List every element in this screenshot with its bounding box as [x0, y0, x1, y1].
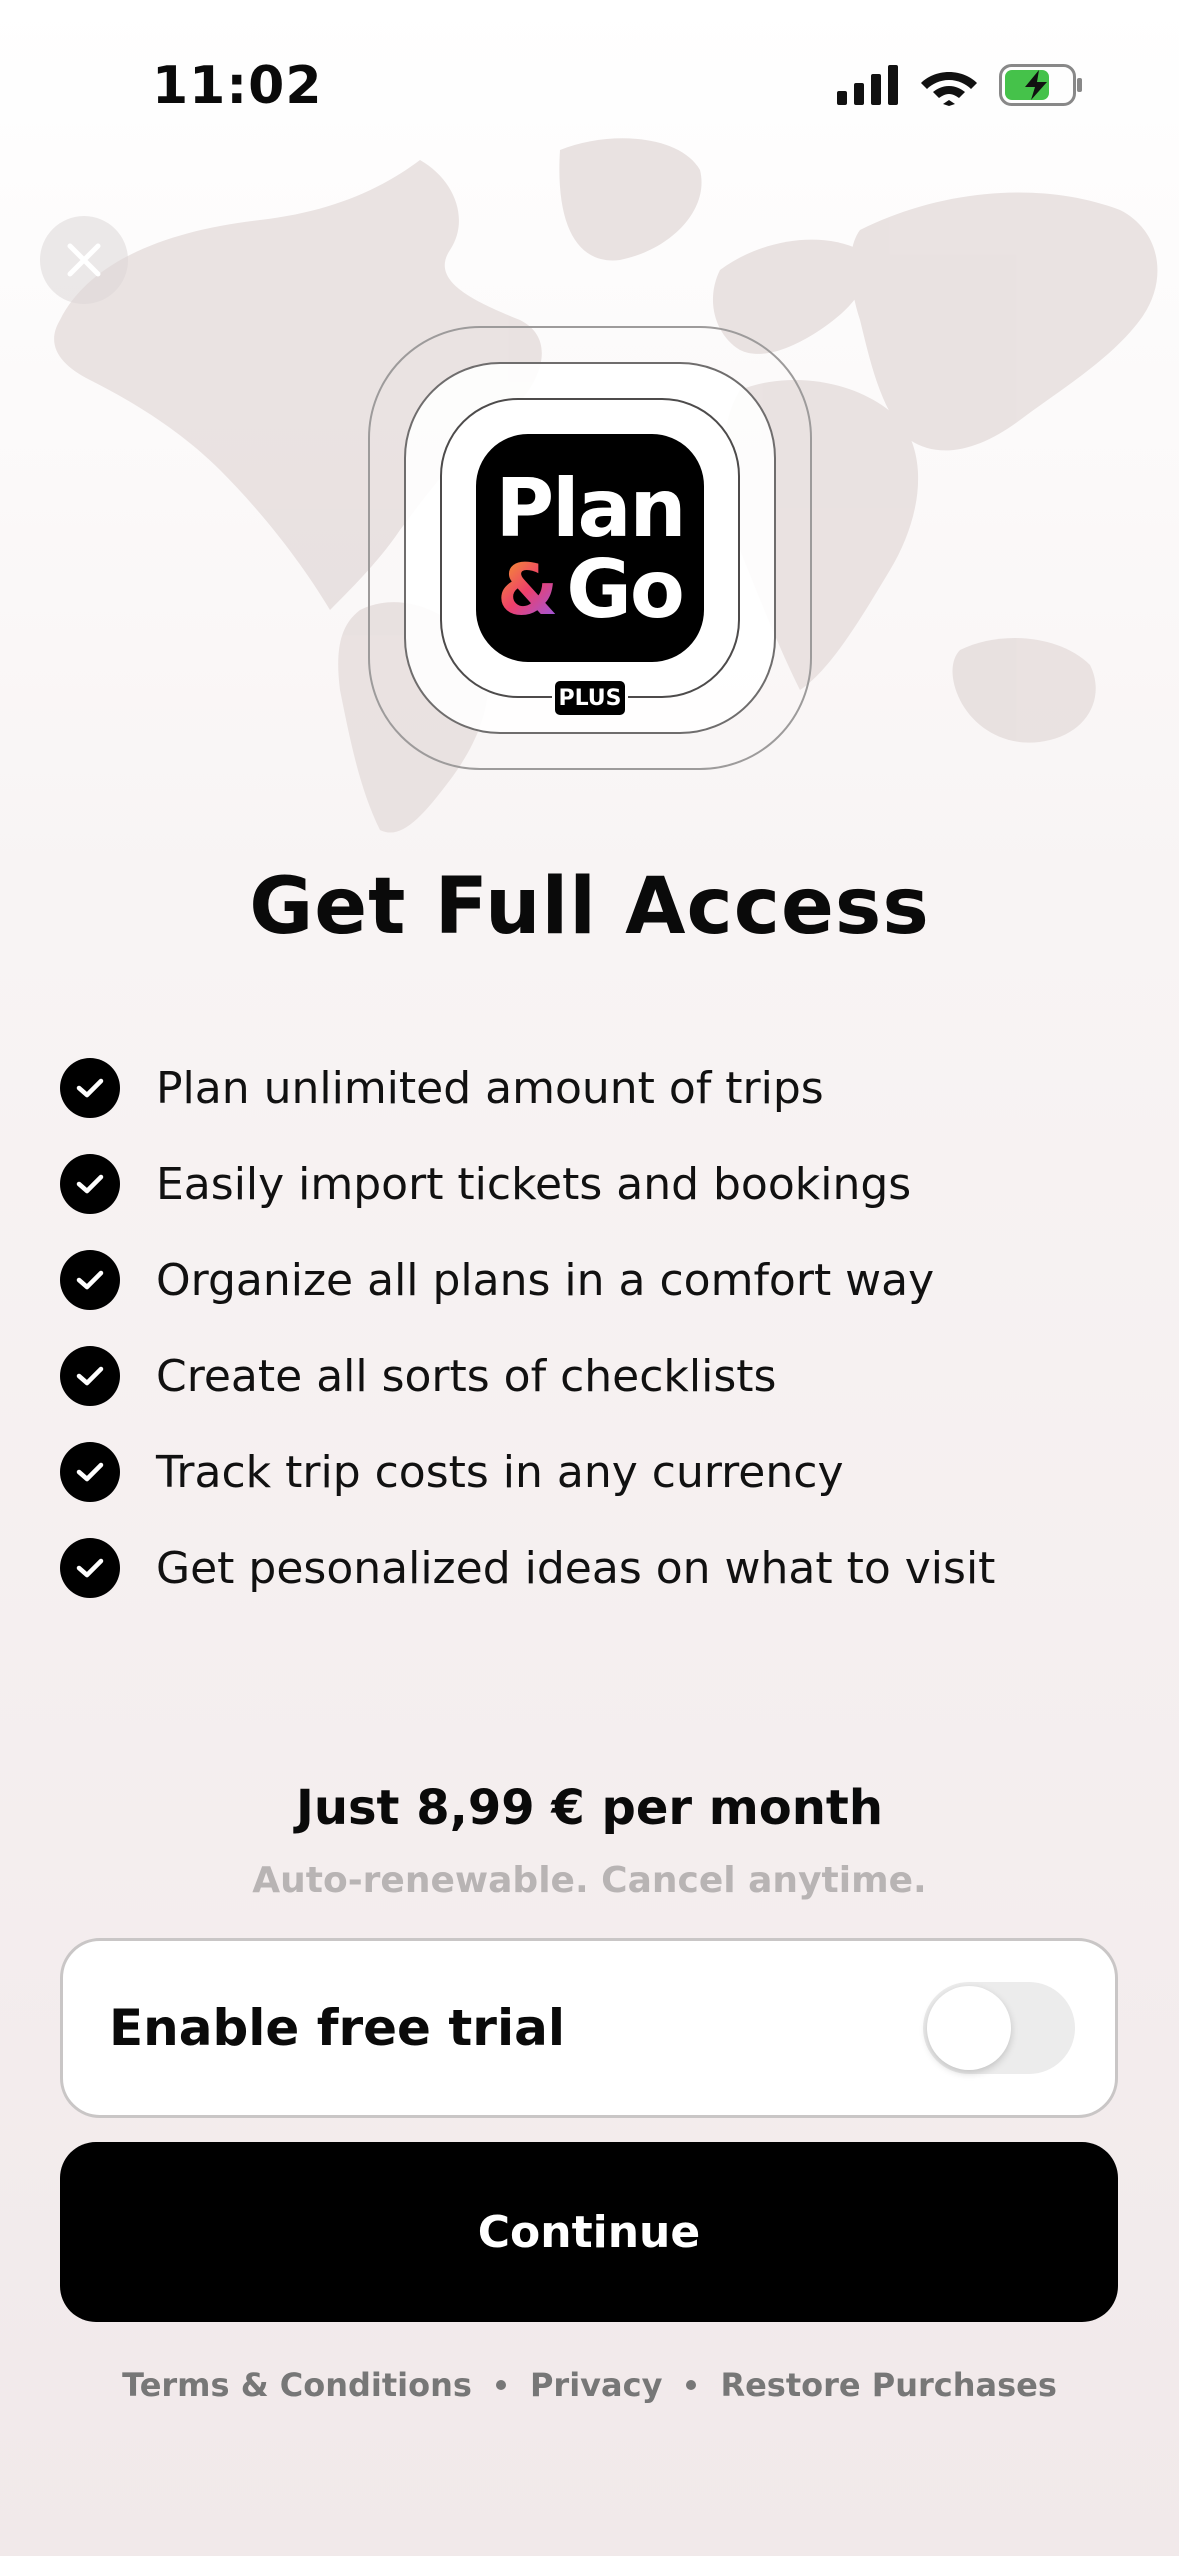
terms-link[interactable]: Terms & Conditions — [122, 2366, 472, 2404]
wifi-icon — [921, 72, 977, 106]
continue-button[interactable]: Continue — [60, 2142, 1118, 2322]
logo-line2: & Go — [497, 543, 685, 636]
page-title: Get Full Access — [249, 862, 930, 952]
toggle-knob — [927, 1986, 1011, 2070]
separator-dot — [686, 2380, 697, 2390]
restore-purchases-link[interactable]: Restore Purchases — [720, 2366, 1056, 2404]
checkmark-icon — [60, 1058, 120, 1118]
close-icon — [67, 243, 101, 277]
cellular-signal-icon — [837, 65, 898, 105]
free-trial-label: Enable free trial — [109, 1999, 565, 2057]
feature-item: Easily import tickets and bookings — [60, 1136, 995, 1232]
status-bar: 11:02 — [0, 0, 1179, 176]
feature-text: Create all sorts of checklists — [156, 1350, 777, 1402]
price-text: Just 8,99 € per month — [295, 1780, 884, 1836]
feature-text: Organize all plans in a comfort way — [156, 1254, 935, 1306]
feature-item: Get pesonalized ideas on what to visit — [60, 1520, 995, 1616]
logo-text-go: Go — [566, 543, 685, 636]
feature-item: Organize all plans in a comfort way — [60, 1232, 995, 1328]
app-logo: Plan & Go PLUS — [368, 326, 812, 770]
free-trial-toggle[interactable] — [923, 1982, 1075, 2074]
feature-item: Plan unlimited amount of trips — [60, 1040, 995, 1136]
close-button[interactable] — [40, 216, 128, 304]
free-trial-row[interactable]: Enable free trial — [60, 1938, 1118, 2118]
footer-links: Terms & Conditions Privacy Restore Purch… — [0, 2366, 1179, 2404]
feature-text: Track trip costs in any currency — [156, 1446, 844, 1498]
feature-text: Plan unlimited amount of trips — [156, 1062, 824, 1114]
checkmark-icon — [60, 1250, 120, 1310]
status-icons — [837, 64, 1083, 106]
feature-text: Get pesonalized ideas on what to visit — [156, 1542, 996, 1594]
feature-list: Plan unlimited amount of trips Easily im… — [60, 1040, 995, 1616]
status-time: 11:02 — [152, 56, 323, 116]
logo-tile: Plan & Go — [476, 434, 704, 662]
price-subtitle: Auto-renewable. Cancel anytime. — [252, 1860, 927, 1901]
logo-text-plan: Plan — [495, 462, 687, 555]
feature-item: Track trip costs in any currency — [60, 1424, 995, 1520]
plus-badge: PLUS — [552, 678, 628, 718]
feature-text: Easily import tickets and bookings — [156, 1158, 912, 1210]
checkmark-icon — [60, 1154, 120, 1214]
privacy-link[interactable]: Privacy — [530, 2366, 662, 2404]
separator-dot — [495, 2380, 506, 2390]
checkmark-icon — [60, 1346, 120, 1406]
feature-item: Create all sorts of checklists — [60, 1328, 995, 1424]
logo-ampersand: & — [497, 549, 559, 631]
checkmark-icon — [60, 1442, 120, 1502]
checkmark-icon — [60, 1538, 120, 1598]
battery-charging-icon — [999, 64, 1082, 106]
